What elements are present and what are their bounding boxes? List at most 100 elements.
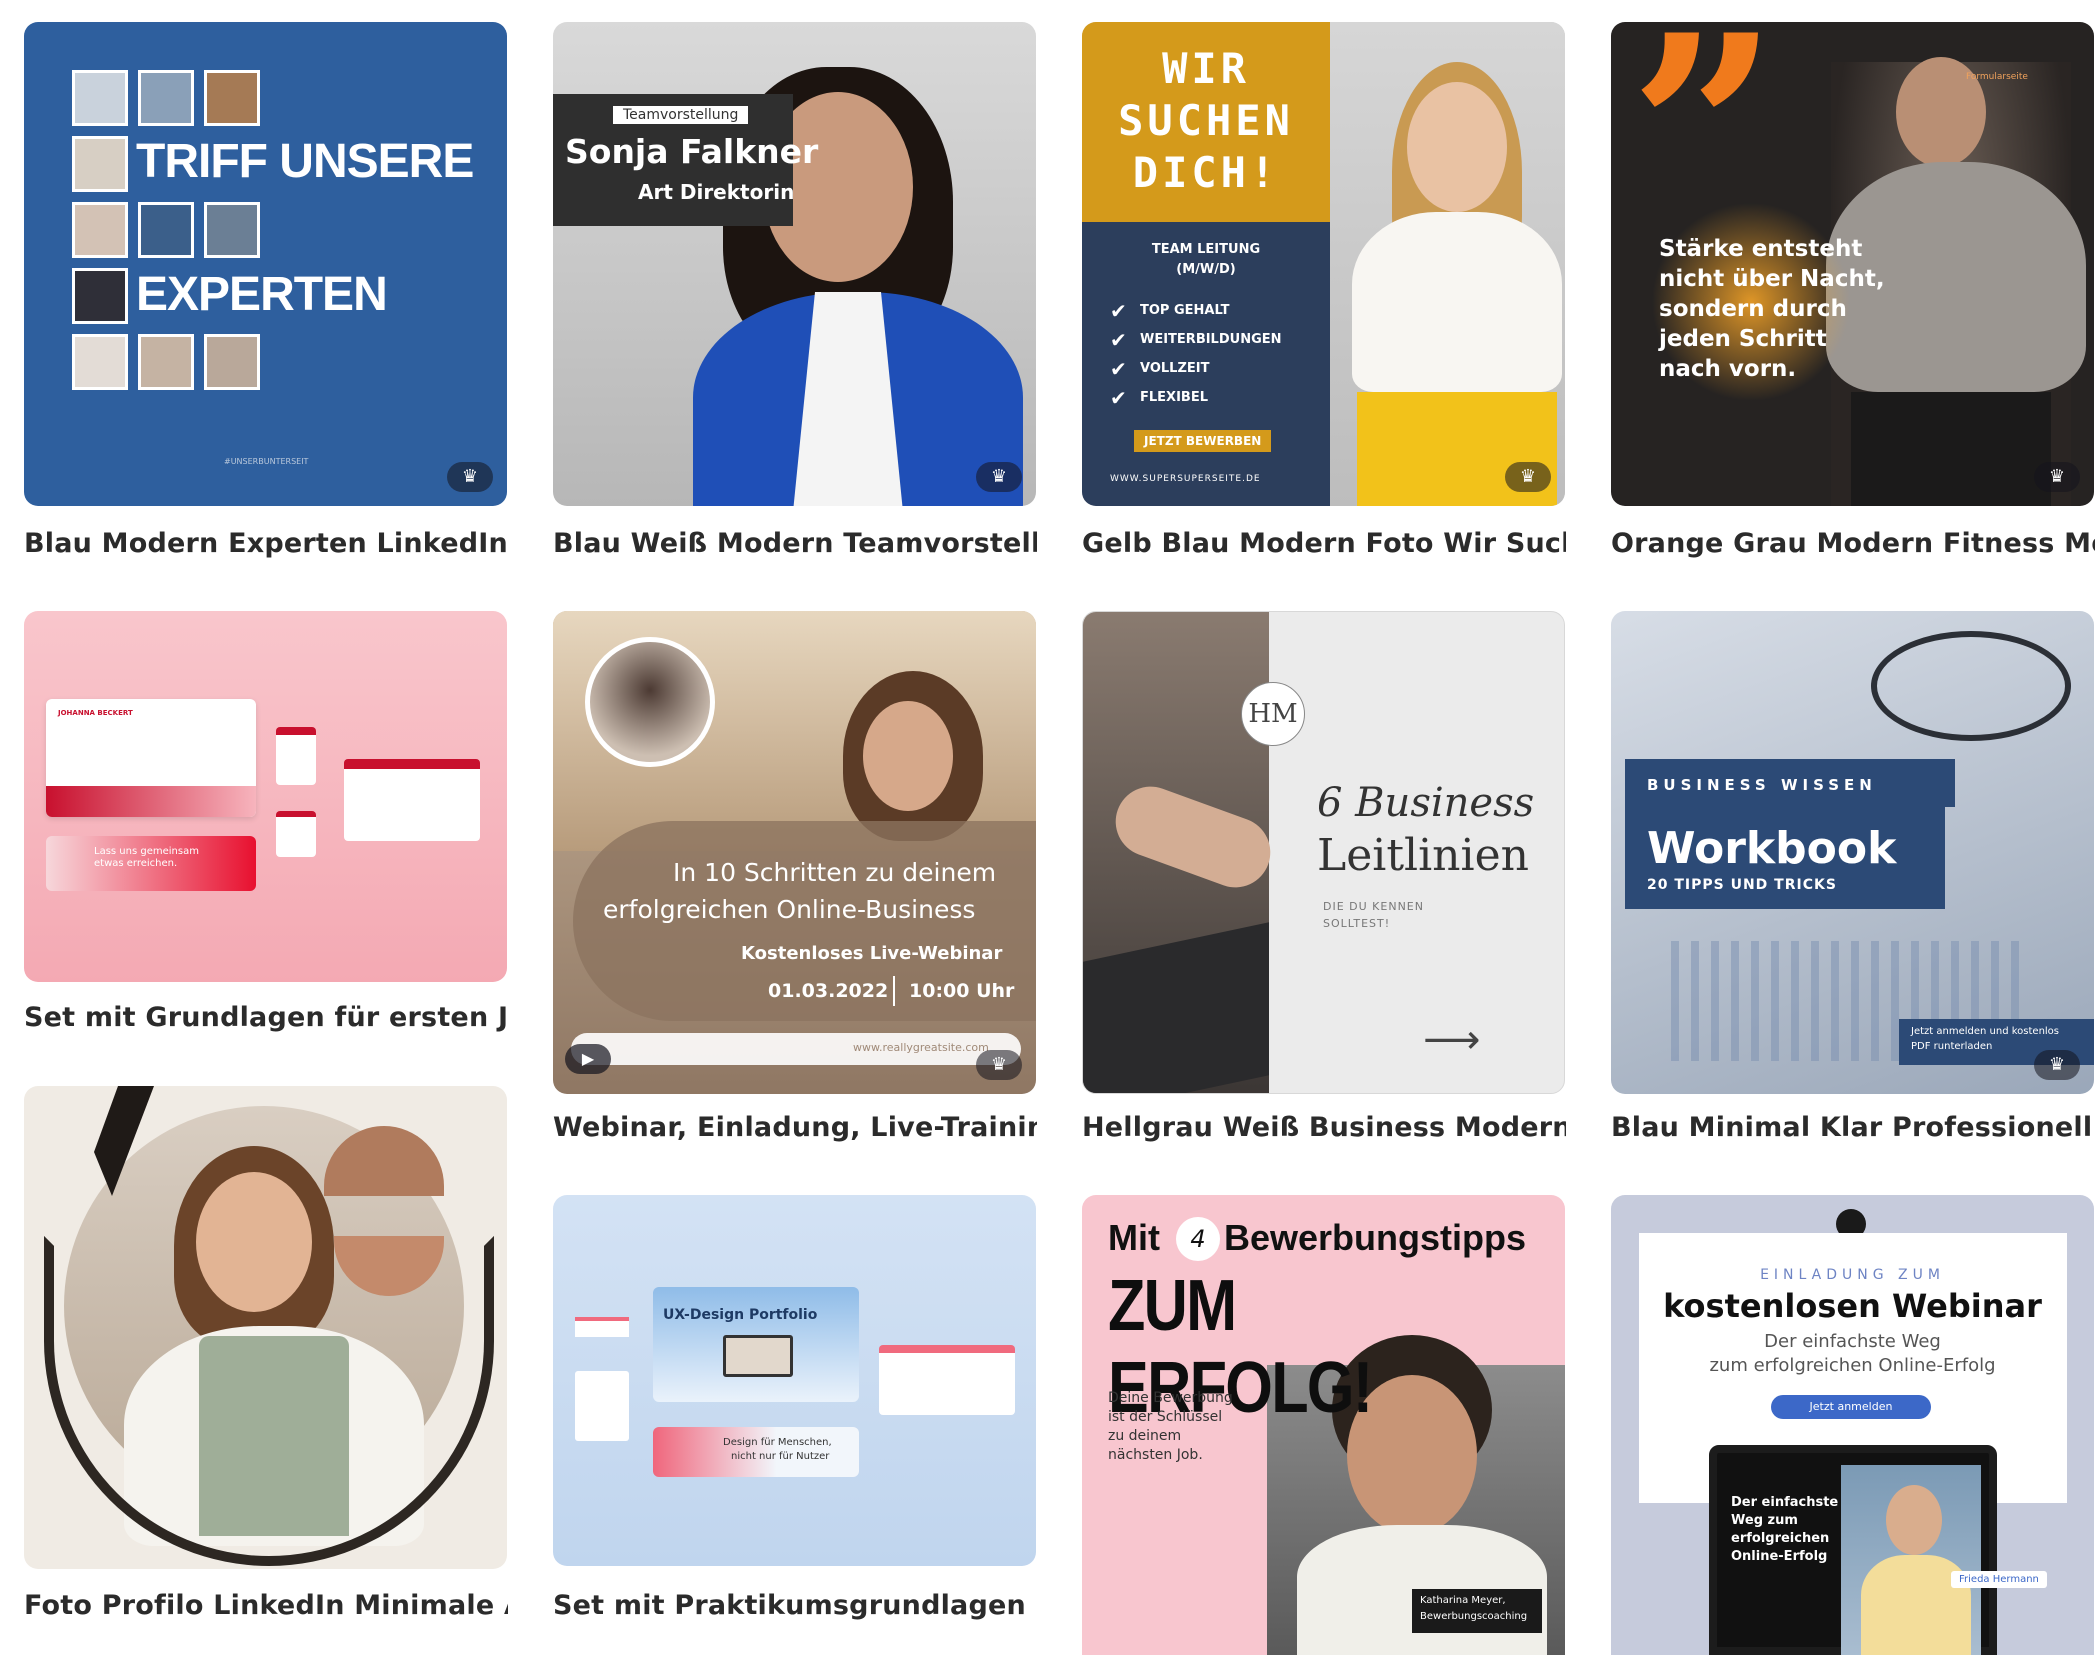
quote-line-5: nach vorn. [1659,356,1797,382]
headline-line-1: TRIFF UNSERE [136,135,474,188]
eyebrow: BUSINESS WISSEN [1647,776,1877,794]
template-card-bewerbungstipps[interactable]: Mit 4 Bewerbungstipps ZUM ERFOLG! Deine … [1082,1195,1565,1655]
body-line-3: zu deinem [1108,1428,1182,1444]
quote-line-4: jeden Schritt [1659,326,1827,352]
headline-line-2: erfolgreichen Online-Business [603,895,976,924]
screen-line-2: Weg zum [1731,1513,1798,1528]
template-card-workbook[interactable]: BUSINESS WISSEN Workbook 20 TIPPS UND TR… [1611,611,2094,1094]
badge: Teamvorstellung [613,106,749,124]
template-card-experten[interactable]: TRIFF UNSERE EXPERTEN #UNSERBUNTERSEIT ♛ [24,22,507,506]
check-icon: ✔ [1110,299,1127,323]
presenter-name: Frieda Hermann [1951,1571,2047,1588]
crown-icon: ♛ [2034,462,2080,492]
check-icon: ✔ [1110,386,1127,410]
template-caption[interactable]: Webinar, Einladung, Live-Training, L... [553,1112,1037,1143]
template-card-foto-profilo[interactable] [24,1086,507,1569]
eyebrow: EINLADUNG ZUM [1760,1267,1945,1283]
body-line-1: Deine Bewerbung [1108,1390,1233,1406]
card-title: JOHANNA BECKERT [58,709,133,717]
subtitle-line-1: Der einfachste Weg [1764,1331,1941,1352]
headline-line-2: EXPERTEN [136,268,388,321]
template-caption[interactable]: Blau Minimal Klar Professionell Lin... [1611,1112,2095,1143]
crown-icon: ♛ [2034,1050,2080,1080]
template-caption[interactable]: Set mit Grundlagen für ersten Job [24,1002,508,1033]
crown-icon: ♛ [447,462,493,492]
body-line-2: ist der Schlüssel [1108,1409,1223,1425]
note-line-2: PDF runterladen [1911,1041,1993,1052]
subtitle-line-2: SOLLTEST! [1323,917,1391,930]
register-button: Jetzt anmelden [1771,1395,1931,1419]
perk-3: VOLLZEIT [1140,361,1210,376]
subtitle-line-2: zum erfolgreichen Online-Erfolg [1709,1355,1996,1376]
play-icon[interactable]: ▶ [565,1044,611,1074]
title-line-2: Leitlinien [1317,830,1529,881]
job-type: (M/W/D) [1176,262,1236,277]
screen-line-1: Der einfachste [1731,1495,1839,1510]
perk-2: WEITERBILDUNGEN [1140,332,1282,347]
quote-line-3: sondern durch [1659,296,1847,322]
person-role: Art Direktorin [638,180,795,204]
headline-line-1: WIR [1162,44,1250,93]
website-url: www.reallygreatsite.com [853,1041,989,1054]
check-icon: ✔ [1110,357,1127,381]
title-top: Bewerbungstipps [1224,1217,1527,1258]
webinar-date: 01.03.2022 [768,980,889,1002]
template-caption[interactable]: Blau Weiß Modern Teamvorstellung... [553,528,1037,559]
date-divider [893,976,895,1006]
tagline-2: nicht nur für Nutzer [731,1451,830,1462]
template-card-leitlinien[interactable]: HM 6 Business Leitlinien DIE DU KENNEN S… [1082,611,1565,1094]
arrow-right-icon: ⟶ [1423,1017,1481,1063]
brand-logo: HM [1241,682,1305,746]
crown-icon: ♛ [976,462,1022,492]
workbook-subtitle: 20 TIPPS UND TRICKS [1647,877,1837,893]
headline-line-3: DICH! [1132,148,1280,197]
template-card-teamvorstellung[interactable]: Teamvorstellung Sonja Falkner Art Direkt… [553,22,1036,506]
headline-line-1: In 10 Schritten zu deinem [673,858,997,887]
webinar-title: kostenlosen Webinar [1663,1287,2042,1325]
webinar-label: Kostenloses Live-Webinar [741,943,1003,964]
screen-line-4: Online-Erfolg [1731,1549,1828,1564]
webinar-time: 10:00 Uhr [909,980,1015,1002]
template-card-webinar[interactable]: In 10 Schritten zu deinem erfolgreichen … [553,611,1036,1094]
page-tag: Formularseite [1966,72,2028,82]
template-card-kostenloses-webinar[interactable]: EINLADUNG ZUM kostenlosen Webinar Der ei… [1611,1195,2094,1655]
headline-line-2: SUCHEN [1118,96,1294,145]
template-caption[interactable]: Orange Grau Modern Fitness Motiv... [1611,528,2095,559]
perk-4: FLEXIBEL [1140,390,1208,405]
quote-line-2: nicht über Nacht, [1659,266,1885,292]
number-badge: 4 [1176,1217,1220,1261]
job-title: TEAM LEITUNG [1151,242,1261,257]
card-subtitle: Lass uns gemeinsam etwas erreichen. [94,846,199,869]
apply-button: JETZT BEWERBEN [1134,430,1272,452]
template-card-wir-suchen[interactable]: WIR SUCHEN DICH! TEAM LEITUNG (M/W/D) ✔ … [1082,22,1565,506]
title-mit: Mit [1108,1217,1160,1258]
template-card-praktikum[interactable]: UX-Design Portfolio Design für Menschen,… [553,1195,1036,1566]
template-caption[interactable]: Blau Modern Experten LinkedIn Bei... [24,528,508,559]
crown-icon: ♛ [1505,462,1551,492]
screen-line-3: erfolgreichen [1731,1531,1830,1546]
title-line-1: 6 Business [1317,780,1535,826]
perk-1: TOP GEHALT [1140,303,1230,318]
template-card-grundlagen-job[interactable]: JOHANNA BECKERT Lass uns gemeinsam etwas… [24,611,507,982]
check-icon: ✔ [1110,328,1127,352]
workbook-title: Workbook [1647,823,1897,874]
body-line-4: nächsten Job. [1108,1447,1203,1463]
subtitle-line-1: DIE DU KENNEN [1323,900,1424,913]
template-caption[interactable]: Gelb Blau Modern Foto Wir Suchen ... [1082,528,1566,559]
name-tag-line-2: Bewerbungscoaching [1420,1611,1528,1622]
name-tag-line-1: Katharina Meyer, [1420,1595,1506,1606]
quote-line-1: Stärke entsteht [1659,236,1863,262]
template-caption[interactable]: Foto Profilo LinkedIn Minimale Acc... [24,1590,508,1621]
quote-mark-icon: ” [1629,22,1779,284]
template-caption[interactable]: Set mit Praktikumsgrundlagen [553,1590,1037,1621]
tagline-1: Design für Menschen, [723,1437,832,1448]
note-line-1: Jetzt anmelden und kostenlos [1911,1026,2060,1037]
website-url: WWW.SUPERSUPERSEITE.DE [1110,474,1261,484]
person-name: Sonja Falkner [565,132,819,171]
portfolio-title: UX-Design Portfolio [663,1307,818,1323]
template-caption[interactable]: Hellgrau Weiß Business Modern Kar... [1082,1112,1566,1143]
footer-handle: #UNSERBUNTERSEIT [224,457,309,466]
crown-icon: ♛ [976,1050,1022,1080]
host-avatar [585,637,715,767]
template-card-fitness[interactable]: ” Formularseite Stärke entsteht nicht üb… [1611,22,2094,506]
